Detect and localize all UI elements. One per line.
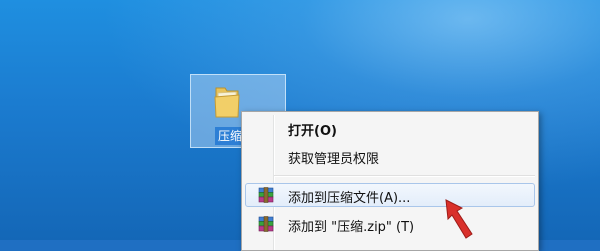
- menu-item-label: 添加到压缩文件(A)...: [288, 191, 411, 206]
- desktop-background: 压缩 打开(O) 获取管理员权限 添加到压缩文件(A)... 添加到 "压缩.z…: [0, 0, 600, 251]
- menu-item-add-to-zip[interactable]: 添加到 "压缩.zip" (T): [245, 212, 535, 236]
- context-menu: 打开(O) 获取管理员权限 添加到压缩文件(A)... 添加到 "压缩.zip"…: [241, 111, 539, 251]
- menu-item-add-to-archive[interactable]: 添加到压缩文件(A)...: [245, 183, 535, 207]
- menu-item-label: 添加到 "压缩.zip" (T): [288, 220, 415, 235]
- red-arrow-icon: [445, 199, 473, 239]
- menu-item-run-as-admin[interactable]: 获取管理员权限: [245, 144, 535, 168]
- menu-item-label: 打开(O): [288, 124, 337, 139]
- winrar-icon: [258, 216, 274, 232]
- menu-item-label: 获取管理员权限: [288, 152, 380, 167]
- winrar-icon: [258, 187, 274, 203]
- menu-separator: [274, 175, 535, 177]
- menu-item-open[interactable]: 打开(O): [245, 116, 535, 140]
- folder-icon: [214, 87, 240, 118]
